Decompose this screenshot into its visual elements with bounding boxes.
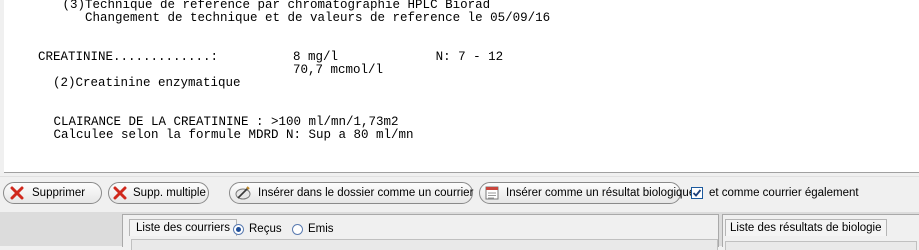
radio-sent[interactable]: Emis: [292, 223, 334, 235]
report-line: (2)Creatinine enzymatique: [38, 76, 241, 90]
radio-selected-icon: [233, 223, 244, 235]
radio-received-label: Reçus: [249, 223, 282, 235]
letters-list-box[interactable]: [131, 239, 718, 250]
multi-delete-button[interactable]: Supp. multiple: [108, 182, 209, 204]
report-line: Changement de technique et de valeurs de…: [40, 11, 551, 25]
action-toolbar: Supprimer Supp. multiple Insérer dans le…: [0, 176, 919, 213]
insert-as-letter-button[interactable]: Insérer dans le dossier comme un courrie…: [229, 182, 473, 204]
delete-button[interactable]: Supprimer: [3, 182, 102, 204]
also-letter-checkbox[interactable]: et comme courrier également: [691, 187, 859, 199]
delete-button-label: Supprimer: [32, 187, 86, 199]
report-text-area[interactable]: (3)Technique de reference par chromatogr…: [4, 0, 919, 173]
letters-panel: Liste des courriers Reçus Emis: [122, 214, 719, 250]
radio-unselected-icon: [292, 223, 303, 235]
results-panel: Liste des résultats de biologie: [722, 214, 919, 250]
lab-form-icon: [484, 185, 500, 201]
radio-sent-label: Emis: [308, 223, 334, 235]
report-line: Calculee selon la formule MDRD N: Sup a …: [31, 128, 414, 142]
multi-delete-button-label: Supp. multiple: [133, 187, 206, 199]
red-x-icon: [113, 185, 127, 201]
checkbox-checked-icon: [691, 187, 703, 199]
tab-results-list[interactable]: Liste des résultats de biologie: [725, 219, 887, 236]
tab-letters-list[interactable]: Liste des courriers: [129, 219, 237, 236]
radio-received[interactable]: Reçus: [233, 223, 282, 235]
insert-as-letter-label: Insérer dans le dossier comme un courrie…: [258, 187, 474, 199]
pen-letter-icon: [234, 185, 252, 201]
insert-as-result-button[interactable]: Insérer comme un résultat biologique: [479, 182, 695, 204]
red-x-icon: [8, 185, 26, 201]
also-letter-label: et comme courrier également: [709, 187, 859, 199]
insert-as-result-label: Insérer comme un résultat biologique: [506, 187, 696, 199]
